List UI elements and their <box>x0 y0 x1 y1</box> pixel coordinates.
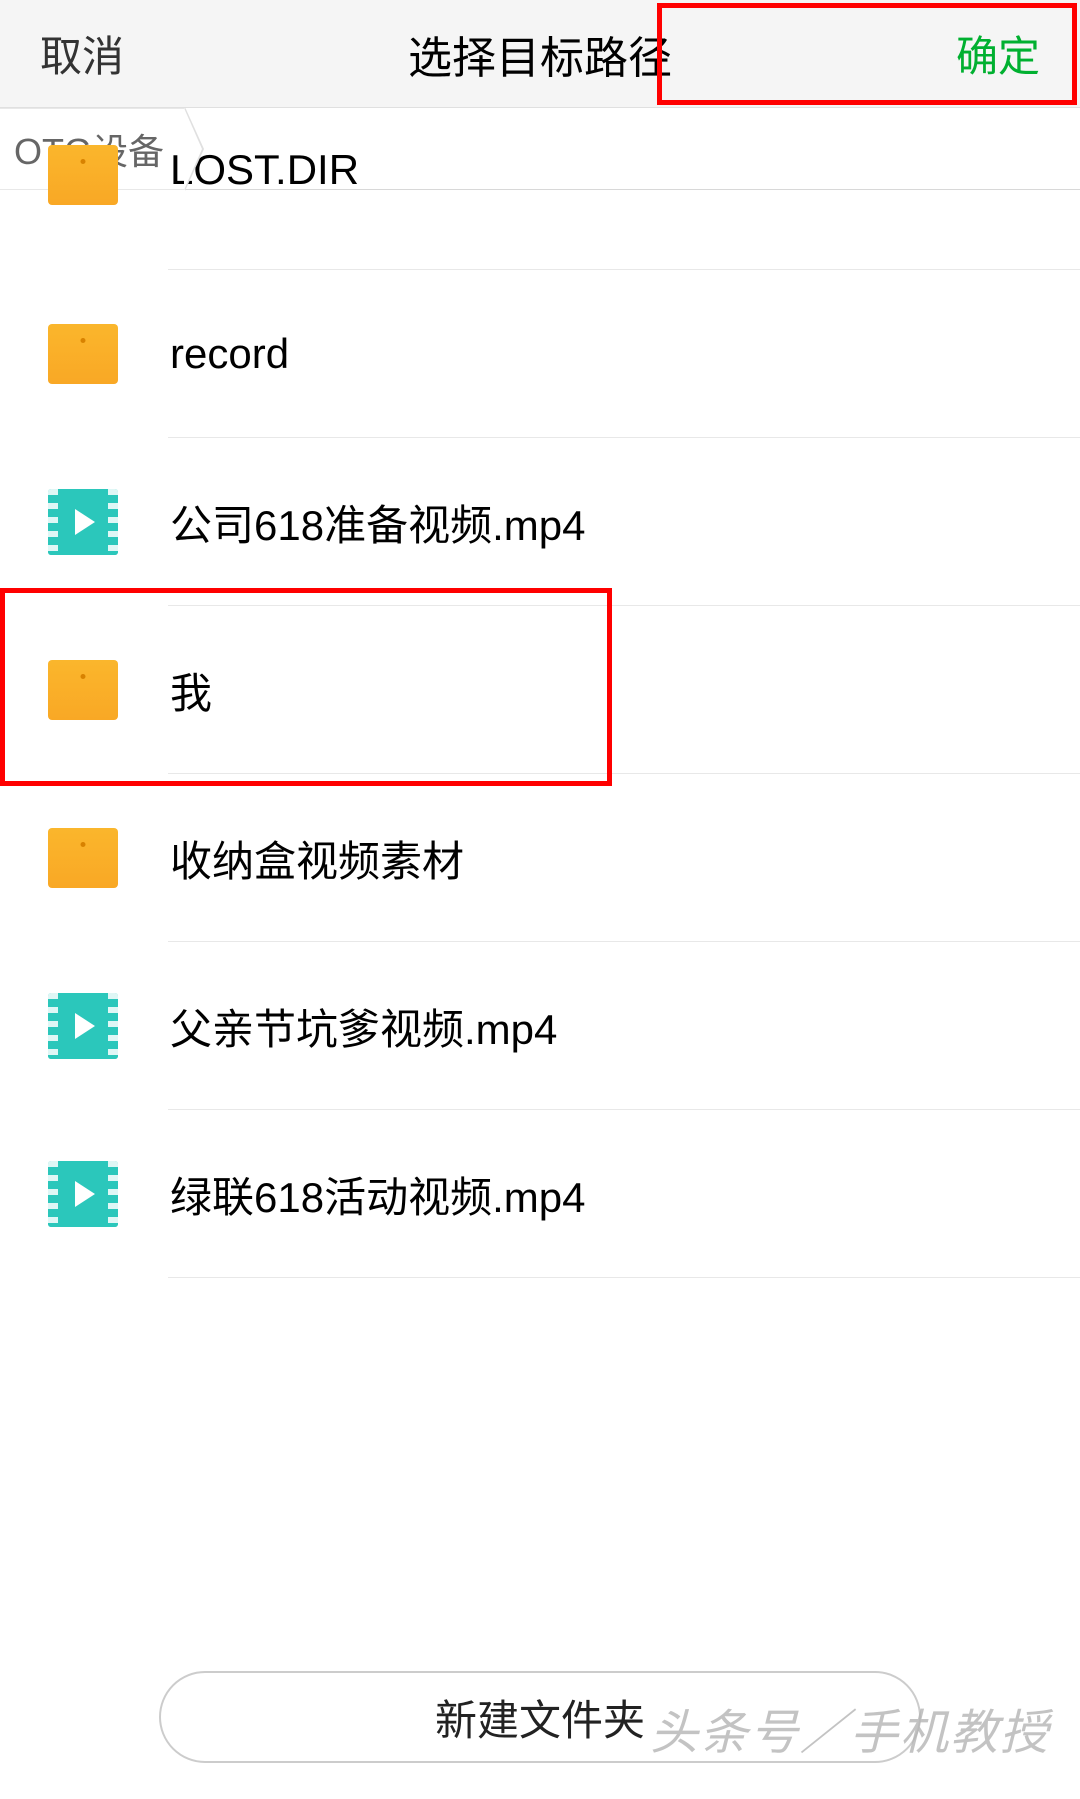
file-name-label: 我 <box>170 660 212 721</box>
file-list: LOST.DIR record 公司618准备视频.mp4 我 收纳盒视频素材 … <box>0 190 1080 1799</box>
new-folder-button[interactable]: 新建文件夹 <box>159 1671 921 1763</box>
header-bar: 取消 选择目标路径 确定 <box>0 0 1080 108</box>
folder-icon <box>48 140 118 210</box>
cancel-button[interactable]: 取消 <box>40 23 124 84</box>
list-item[interactable]: LOST.DIR <box>0 190 1080 270</box>
file-name-label: 绿联618活动视频.mp4 <box>170 1164 585 1225</box>
confirm-button[interactable]: 确定 <box>956 23 1040 84</box>
list-item[interactable]: 绿联618活动视频.mp4 <box>0 1110 1080 1278</box>
video-icon <box>48 1159 118 1229</box>
breadcrumb: OTG设备 <box>0 108 1080 190</box>
list-item[interactable]: record <box>0 270 1080 438</box>
video-icon <box>48 487 118 557</box>
folder-icon <box>48 319 118 389</box>
file-name-label: record <box>170 330 289 378</box>
divider <box>168 1277 1080 1278</box>
list-item[interactable]: 父亲节坑爹视频.mp4 <box>0 942 1080 1110</box>
file-name-label: 父亲节坑爹视频.mp4 <box>170 996 557 1057</box>
list-item[interactable]: 我 <box>0 606 1080 774</box>
video-icon <box>48 991 118 1061</box>
file-name-label: 公司618准备视频.mp4 <box>170 492 585 553</box>
page-title: 选择目标路径 <box>408 22 672 86</box>
list-item[interactable]: 收纳盒视频素材 <box>0 774 1080 942</box>
folder-icon <box>48 655 118 725</box>
file-name-label: 收纳盒视频素材 <box>170 828 464 889</box>
folder-icon <box>48 823 118 893</box>
list-item[interactable]: 公司618准备视频.mp4 <box>0 438 1080 606</box>
